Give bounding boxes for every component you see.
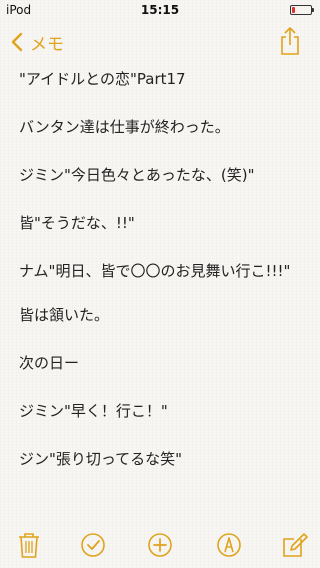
status-time: 15:15 [140,3,180,17]
back-button[interactable]: メモ [8,30,64,55]
note-line: ジン"張り切ってるな笑" [19,450,183,468]
note-line: 皆"そうだな、!!" [19,214,135,232]
chevron-left-icon [11,32,23,52]
status-bar: iPod 15:15 [0,0,320,20]
note-line: 皆は頷いた。 [19,306,110,324]
nav-bar: メモ [0,20,320,64]
add-icon[interactable] [147,531,173,559]
compose-icon[interactable] [282,531,308,559]
battery-level [292,7,295,13]
checklist-icon[interactable] [80,531,106,559]
note-line: ジミン"今日色々とあったな、(笑)" [19,166,255,184]
bottom-toolbar [0,520,320,568]
share-icon[interactable] [278,26,302,56]
note-line: ナム"明日、皆で〇〇のお見舞い行こ!!!" [19,262,291,280]
note-line: "アイドルとの恋"Part17 [19,70,186,88]
note-line: バンタン達は仕事が終わった。 [19,118,230,136]
trash-icon[interactable] [16,531,42,559]
note-body[interactable]: "アイドルとの恋"Part17 バンタン達は仕事が終わった。 ジミン"今日色々と… [19,70,309,498]
sketch-icon[interactable] [216,531,242,559]
note-line: ジミン"早く！行こ！" [19,402,168,420]
back-label: メモ [30,34,64,55]
note-line: 次の日ー [19,354,80,372]
battery-icon [290,5,314,15]
